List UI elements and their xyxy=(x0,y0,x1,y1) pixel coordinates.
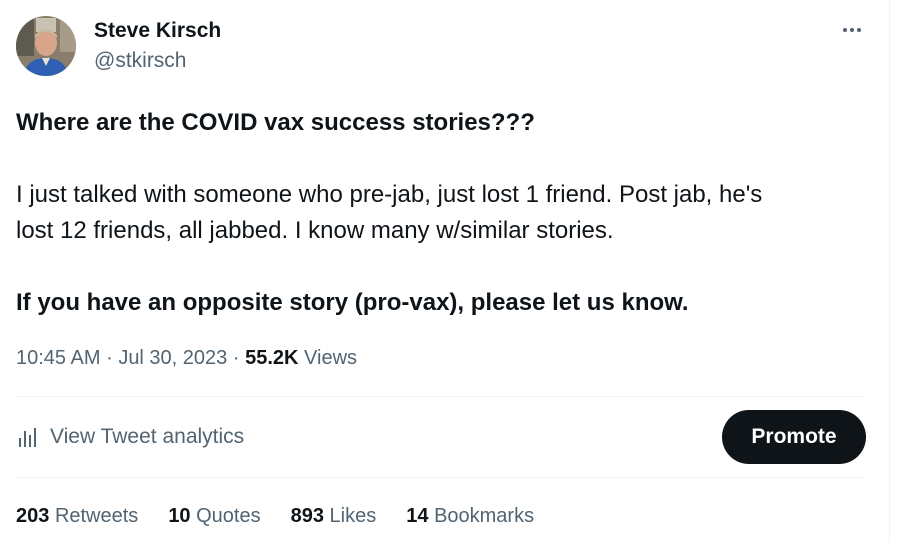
tweet-meta: 10:45 AM · Jul 30, 2023 · 55.2K Views xyxy=(16,344,357,372)
stat-count: 10 xyxy=(168,505,191,527)
avatar-image xyxy=(16,16,76,76)
stat-count: 893 xyxy=(290,505,324,527)
tweet-body-line-2: lost 12 friends, all jabbed. I know many… xyxy=(16,217,614,244)
bar-chart-icon xyxy=(16,424,42,450)
bookmarks-stat[interactable]: 14 Bookmarks xyxy=(406,502,534,530)
stat-label: Quotes xyxy=(196,505,261,527)
stat-label: Likes xyxy=(329,505,377,527)
tweet-date[interactable]: Jul 30, 2023 xyxy=(118,347,227,369)
views-label: Views xyxy=(304,347,358,369)
divider xyxy=(16,477,866,478)
tweet-time[interactable]: 10:45 AM xyxy=(16,347,101,369)
view-analytics-label: View Tweet analytics xyxy=(50,425,245,448)
stat-count: 203 xyxy=(16,505,50,527)
author-name[interactable]: Steve Kirsch xyxy=(94,18,221,44)
engagement-stats: 203 Retweets 10 Quotes 893 Likes 14 Book… xyxy=(16,502,564,530)
stat-count: 14 xyxy=(406,505,429,527)
meta-separator: · xyxy=(106,347,113,369)
tweet-body-line-1: I just talked with someone who pre-jab, … xyxy=(16,181,763,208)
tweet-text: Where are the COVID vax success stories?… xyxy=(16,105,876,321)
retweets-stat[interactable]: 203 Retweets xyxy=(16,502,138,530)
divider xyxy=(16,396,866,397)
stat-label: Bookmarks xyxy=(434,505,535,527)
likes-stat[interactable]: 893 Likes xyxy=(291,502,377,530)
more-icon xyxy=(843,28,861,32)
tweet-closing: If you have an opposite story (pro-vax),… xyxy=(16,289,689,316)
more-options-button[interactable] xyxy=(836,14,868,46)
tweet-headline: Where are the COVID vax success stories?… xyxy=(16,109,535,136)
meta-separator: · xyxy=(232,347,240,369)
view-analytics-link[interactable]: View Tweet analytics xyxy=(16,420,244,454)
column-border xyxy=(889,0,890,542)
views-count: 55.2K xyxy=(245,347,299,369)
author-handle[interactable]: @stkirsch xyxy=(94,48,187,74)
avatar[interactable] xyxy=(16,16,76,76)
promote-button[interactable]: Promote xyxy=(722,410,866,464)
stat-label: Retweets xyxy=(54,505,139,527)
quotes-stat[interactable]: 10 Quotes xyxy=(168,502,260,530)
